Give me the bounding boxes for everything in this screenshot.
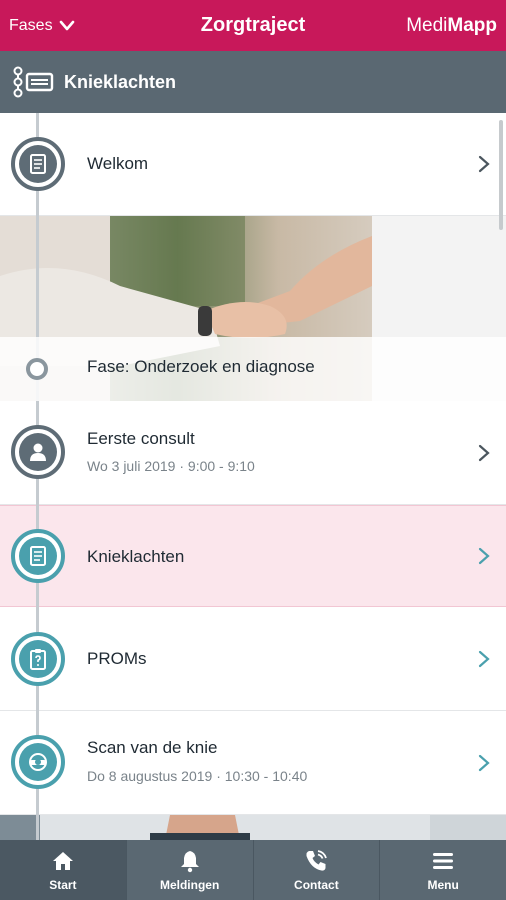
top-app-bar: Fases Zorgtraject MediMapp <box>0 0 506 51</box>
phone-icon <box>306 850 328 871</box>
hamburger-icon <box>433 853 454 869</box>
phase-label: Fase: Onderzoek en diagnose <box>87 357 315 376</box>
scrollbar[interactable] <box>499 120 503 230</box>
document-icon <box>30 546 46 566</box>
list-item-knee-complaints[interactable]: Knieklachten <box>0 505 506 607</box>
trajectory-icon <box>13 66 54 98</box>
list-item-welcome[interactable]: Welkom <box>0 113 506 216</box>
item-datetime: Wo 3 juli 2019 · 9:00 - 9:10 <box>87 458 255 474</box>
list-item-proms[interactable]: PROMs <box>0 607 506 711</box>
trajectory-header: Knieklachten <box>0 51 506 113</box>
item-title: Knieklachten <box>87 547 185 566</box>
tab-start[interactable]: Start <box>0 840 127 900</box>
phase-node <box>26 358 48 380</box>
tab-label: Start <box>49 878 77 892</box>
person-icon <box>30 443 46 461</box>
brand-suffix: Mapp <box>447 15 497 36</box>
timeline-node <box>11 735 65 789</box>
next-phase-header <box>0 815 506 840</box>
item-title: Welkom <box>87 154 149 173</box>
brand-logo: MediMapp <box>406 0 497 51</box>
clipboard-question-icon <box>30 649 46 670</box>
item-title: PROMs <box>87 649 147 668</box>
tab-menu[interactable]: Menu <box>380 840 506 900</box>
item-title: Eerste consult <box>87 429 195 448</box>
document-icon <box>30 154 46 174</box>
chevron-right-icon <box>478 155 490 173</box>
timeline-node <box>11 632 65 686</box>
brand-prefix: Medi <box>406 15 448 36</box>
tab-contact[interactable]: Contact <box>254 840 381 900</box>
next-phase-photo <box>0 815 506 840</box>
bell-icon <box>180 851 199 873</box>
tab-label: Contact <box>294 878 339 892</box>
phase-band: Fase: Onderzoek en diagnose <box>0 337 506 401</box>
trajectory-title: Knieklachten <box>64 71 177 92</box>
list-item-knee-scan[interactable]: Scan van de knie Do 8 augustus 2019 · 10… <box>0 711 506 815</box>
home-icon <box>52 852 73 870</box>
bottom-navigation: Start Meldingen Contact Menu <box>0 840 506 900</box>
tab-label: Menu <box>427 878 459 892</box>
list-item-first-consult[interactable]: Eerste consult Wo 3 juli 2019 · 9:00 - 9… <box>0 401 506 505</box>
tab-label: Meldingen <box>159 878 220 892</box>
chevron-right-icon <box>478 754 490 772</box>
scan-icon <box>29 753 47 771</box>
item-datetime: Do 8 augustus 2019 · 10:30 - 10:40 <box>87 768 308 784</box>
item-title: Scan van de knie <box>87 738 218 757</box>
timeline-node <box>11 529 65 583</box>
chevron-right-icon <box>478 444 490 462</box>
chevron-right-icon <box>478 547 490 565</box>
tab-notifications[interactable]: Meldingen <box>127 840 254 900</box>
timeline-node <box>11 137 65 191</box>
chevron-right-icon <box>478 650 490 668</box>
timeline-node <box>11 425 65 479</box>
phase-header: Fase: Onderzoek en diagnose <box>0 216 506 401</box>
timeline-list: Welkom Fase: Onderzoek en diagnose Eerst… <box>0 113 506 840</box>
